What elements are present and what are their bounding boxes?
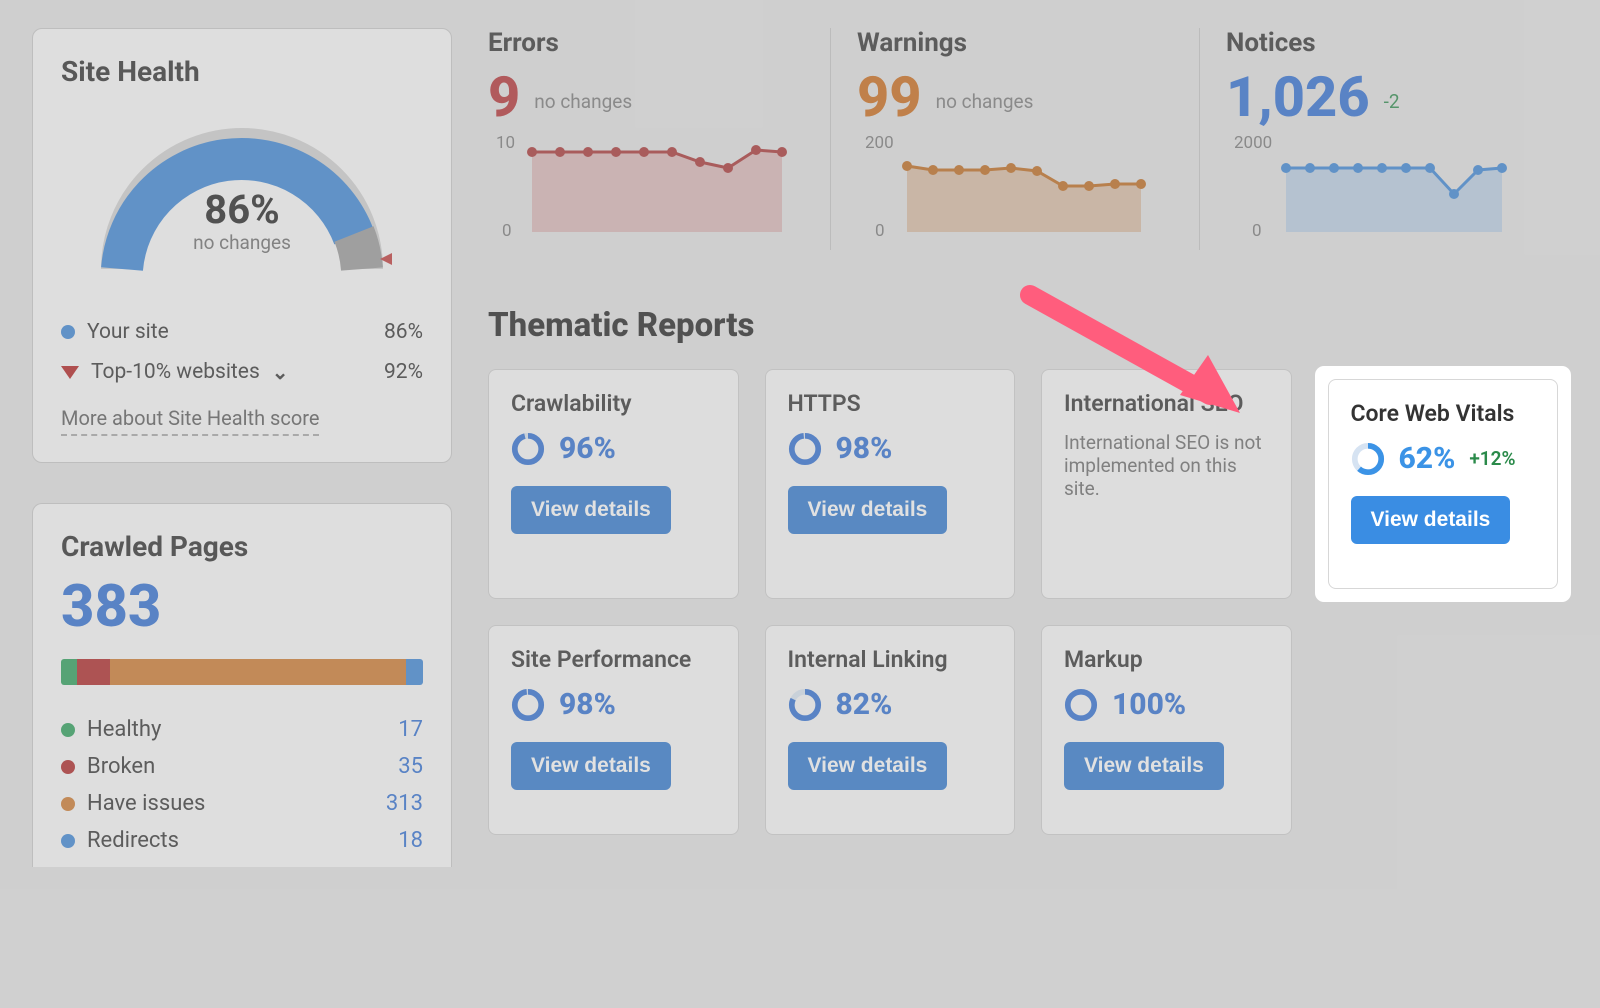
donut-icon: [788, 688, 822, 722]
stat-warnings[interactable]: Warnings 99no changes 200 0: [830, 28, 1199, 250]
report-markup: Markup 100% View details: [1041, 625, 1292, 835]
more-about-link[interactable]: More about Site Health score: [61, 406, 319, 436]
thematic-title: Thematic Reports: [488, 306, 1568, 345]
axis-top: 10: [496, 133, 515, 153]
svg-text:0: 0: [875, 221, 885, 240]
site-health-title: Site Health: [61, 55, 423, 88]
stats-row: Errors 9no changes 10 0: [488, 28, 1568, 250]
crawled-stack-bar: [61, 659, 423, 685]
legend-issues[interactable]: Have issues 313: [61, 785, 423, 822]
axis-bottom: 0: [502, 221, 512, 240]
donut-icon: [1064, 688, 1098, 722]
legend-top10[interactable]: Top-10% websites⌄ 92%: [61, 352, 423, 392]
report-internal-linking: Internal Linking 82% View details: [765, 625, 1016, 835]
annotation-arrow-icon: [1030, 295, 1260, 449]
view-details-button[interactable]: View details: [1351, 496, 1511, 544]
legend-your-site: Your site 86%: [61, 312, 423, 352]
view-details-button[interactable]: View details: [511, 742, 671, 790]
dot-icon: [61, 834, 75, 848]
triangle-down-icon: [61, 366, 79, 379]
thematic-grid: Crawlability 96% View details HTTPS 98% …: [488, 369, 1568, 835]
site-health-sub: no changes: [92, 231, 392, 254]
stat-notices[interactable]: Notices 1,026-2 2000 0: [1199, 28, 1568, 250]
site-health-card: Site Health 86% no changes: [32, 28, 452, 463]
stat-errors[interactable]: Errors 9no changes 10 0: [488, 28, 830, 250]
legend-redirects[interactable]: Redirects 18: [61, 822, 423, 859]
donut-icon: [1351, 442, 1385, 476]
chevron-down-icon: ⌄: [272, 360, 289, 384]
site-health-gauge: 86% no changes: [92, 104, 392, 294]
crawled-pages-card: Crawled Pages 383 Healthy 17 Broken 35 H…: [32, 503, 452, 867]
donut-icon: [788, 432, 822, 466]
crawled-title: Crawled Pages: [61, 530, 423, 563]
donut-icon: [511, 688, 545, 722]
svg-text:0: 0: [1252, 221, 1262, 240]
view-details-button[interactable]: View details: [788, 486, 948, 534]
svg-text:2000: 2000: [1234, 133, 1272, 153]
highlight-core-web-vitals: Core Web Vitals 62% +12% View details: [1318, 369, 1569, 599]
dot-icon: [61, 325, 75, 339]
svg-text:200: 200: [865, 133, 894, 153]
report-core-web-vitals: Core Web Vitals 62% +12% View details: [1328, 379, 1559, 589]
dot-icon: [61, 760, 75, 774]
report-crawlability: Crawlability 96% View details: [488, 369, 739, 599]
report-https: HTTPS 98% View details: [765, 369, 1016, 599]
crawled-total: 383: [61, 573, 423, 641]
report-site-performance: Site Performance 98% View details: [488, 625, 739, 835]
view-details-button[interactable]: View details: [511, 486, 671, 534]
dot-icon: [61, 797, 75, 811]
site-health-pct: 86%: [92, 186, 392, 233]
donut-icon: [511, 432, 545, 466]
dot-icon: [61, 723, 75, 737]
legend-healthy[interactable]: Healthy 17: [61, 711, 423, 748]
view-details-button[interactable]: View details: [788, 742, 948, 790]
legend-broken[interactable]: Broken 35: [61, 748, 423, 785]
view-details-button[interactable]: View details: [1064, 742, 1224, 790]
